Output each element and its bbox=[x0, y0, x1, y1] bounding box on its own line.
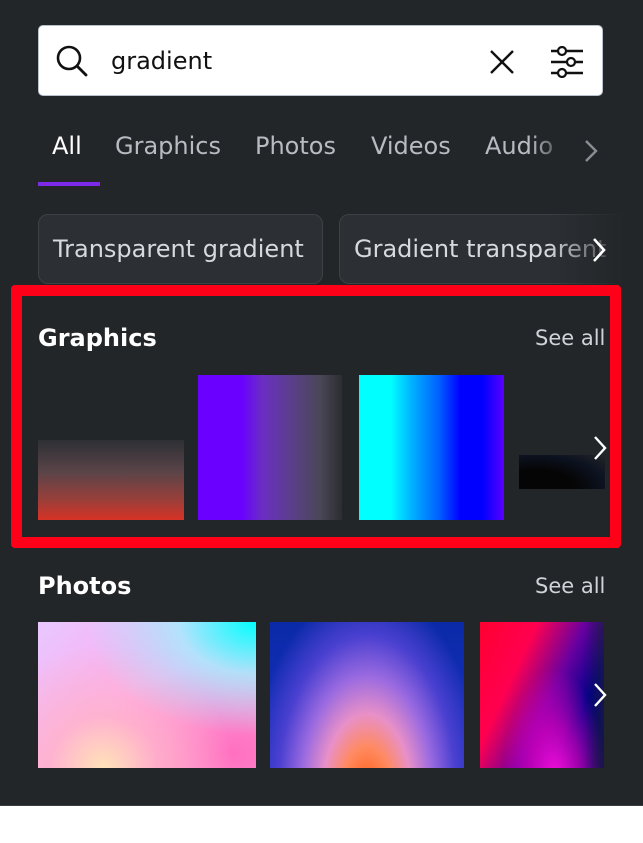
category-tabs: All Graphics Photos Videos Audio bbox=[0, 128, 643, 188]
search-panel: All Graphics Photos Videos Audio Transpa… bbox=[0, 0, 643, 806]
chevron-right-icon[interactable] bbox=[591, 236, 607, 264]
tab-all[interactable]: All bbox=[52, 132, 82, 160]
suggestion-chip[interactable]: Transparent gradient bbox=[38, 214, 323, 284]
graphic-thumbnail[interactable] bbox=[359, 375, 504, 520]
see-all-link[interactable]: See all bbox=[535, 326, 605, 350]
chevron-right-icon[interactable] bbox=[583, 138, 599, 164]
tab-photos[interactable]: Photos bbox=[255, 132, 336, 160]
chevron-right-icon[interactable] bbox=[592, 681, 608, 709]
active-tab-indicator bbox=[38, 182, 100, 186]
search-icon bbox=[56, 45, 88, 77]
close-icon[interactable] bbox=[488, 48, 516, 76]
section-title: Graphics bbox=[38, 324, 157, 352]
photo-thumbnail[interactable] bbox=[38, 622, 256, 768]
filter-sliders-icon[interactable] bbox=[549, 46, 585, 78]
section-title: Photos bbox=[38, 572, 132, 600]
chevron-right-icon[interactable] bbox=[592, 434, 608, 462]
search-input[interactable] bbox=[111, 40, 451, 82]
see-all-link[interactable]: See all bbox=[535, 574, 605, 598]
suggestion-chips: Transparent gradient Gradient transparen… bbox=[0, 214, 643, 286]
graphic-thumbnail[interactable] bbox=[38, 440, 184, 520]
tabs-fade bbox=[530, 128, 570, 168]
graphic-thumbnail[interactable] bbox=[198, 375, 342, 520]
tab-videos[interactable]: Videos bbox=[371, 132, 451, 160]
tab-graphics[interactable]: Graphics bbox=[115, 132, 221, 160]
search-bar[interactable] bbox=[38, 25, 603, 96]
photo-thumbnail[interactable] bbox=[270, 622, 464, 768]
